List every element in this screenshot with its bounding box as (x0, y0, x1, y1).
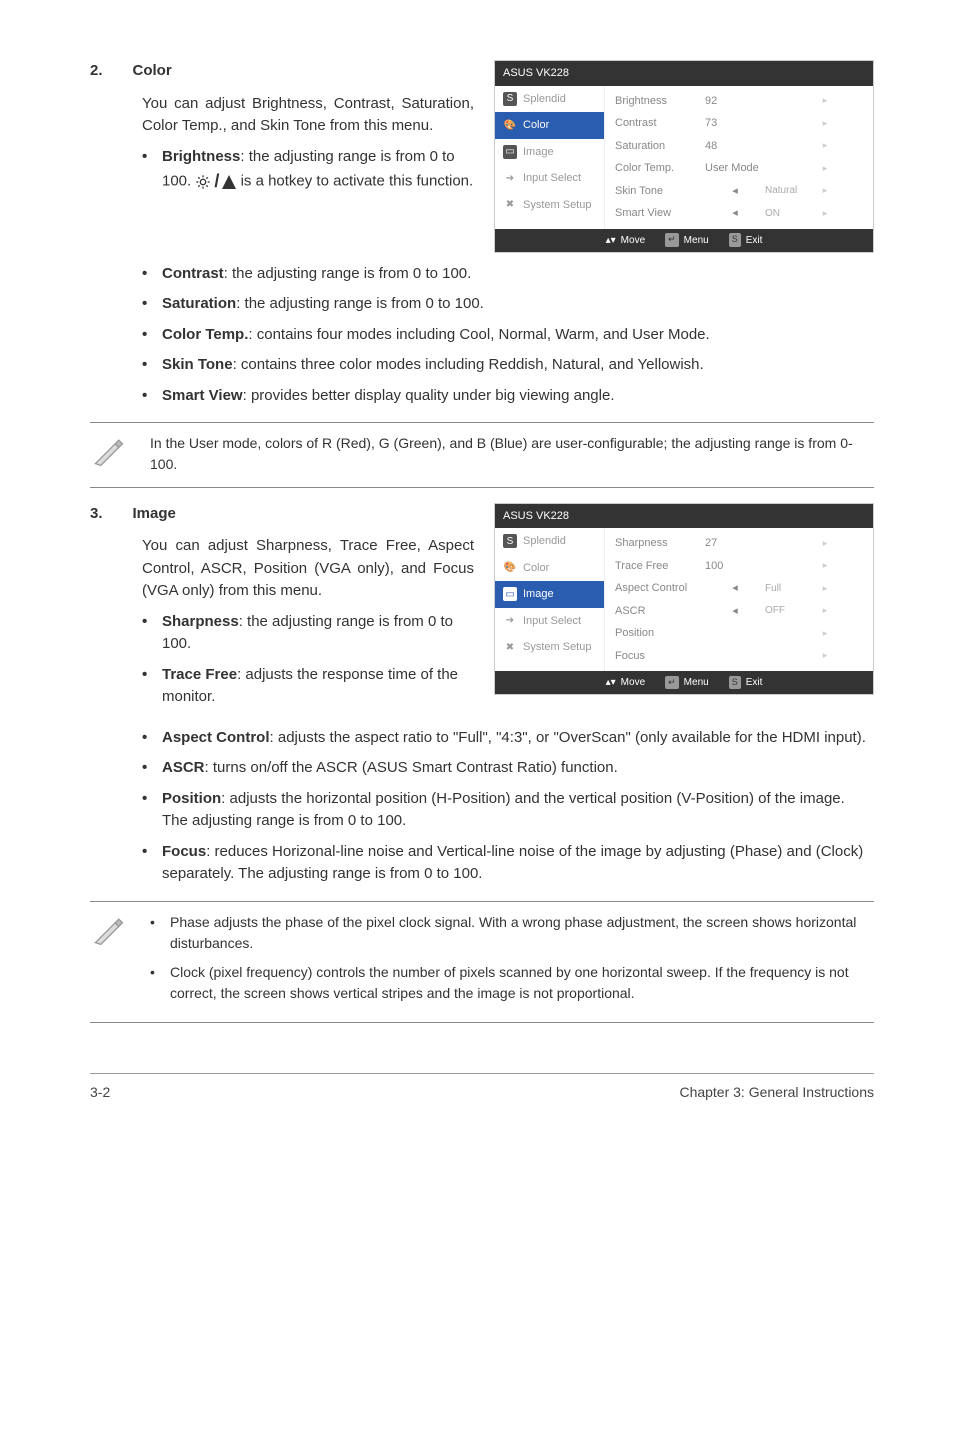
menu-key-icon: ↵ (665, 676, 679, 690)
s-icon: S (503, 92, 517, 106)
term-desc: : adjusts the horizontal position (H-Pos… (162, 790, 845, 830)
page-footer: 3-2 Chapter 3: General Instructions (90, 1073, 874, 1103)
pencil-icon (90, 433, 126, 469)
page-number: 3-2 (90, 1082, 110, 1103)
osd-menu-color: 🎨Color (495, 112, 604, 139)
term: Focus (162, 843, 206, 860)
term-desc: : adjusts the aspect ratio to "Full", "4… (270, 729, 866, 746)
triangle-up-icon (222, 175, 236, 189)
input-icon: ➔ (503, 171, 517, 185)
menu-key-icon: ↵ (665, 233, 679, 247)
input-icon: ➔ (503, 614, 517, 628)
term: Skin Tone (162, 356, 233, 373)
osd-title: ASUS VK228 (495, 61, 873, 86)
list-item: Saturation: the adjusting range is from … (142, 293, 874, 316)
list-item: Focus: reduces Horizonal-line noise and … (142, 841, 874, 886)
term: Contrast (162, 265, 224, 282)
hotkey-icons: / (195, 168, 236, 195)
tools-icon: ✖ (503, 640, 517, 654)
osd-menu-splendid: SSplendid (495, 86, 604, 113)
term-desc: : provides better display quality under … (243, 387, 615, 404)
updown-icon: ▴▾ (606, 233, 616, 248)
intro-text: You can adjust Sharpness, Trace Free, As… (142, 535, 474, 603)
osd-menu-system: ✖System Setup (495, 192, 604, 219)
term-desc: : contains three color modes including R… (233, 356, 704, 373)
list-item: Color Temp.: contains four modes includi… (142, 324, 874, 347)
list-item: Contrast: the adjusting range is from 0 … (142, 263, 874, 286)
osd-screenshot-color: ASUS VK228 SSplendid 🎨Color ▭Image ➔Inpu… (494, 60, 874, 253)
term: Sharpness (162, 613, 239, 630)
pencil-icon (90, 912, 126, 948)
osd-screenshot-image: ASUS VK228 SSplendid 🎨Color ▭Image ➔Inpu… (494, 503, 874, 696)
list-item: Sharpness: the adjusting range is from 0… (142, 611, 474, 656)
osd-menu-color: 🎨Color (495, 555, 604, 582)
term: Aspect Control (162, 729, 270, 746)
osd-footer: ▴▾Move ↵Menu SExit (495, 671, 873, 694)
intro-text: You can adjust Brightness, Contrast, Sat… (142, 93, 474, 138)
term: Color Temp. (162, 326, 248, 343)
section-number: 2. (90, 60, 103, 83)
list-item: Trace Free: adjusts the response time of… (142, 664, 474, 709)
osd-footer: ▴▾Move ↵Menu SExit (495, 229, 873, 252)
term: Saturation (162, 295, 236, 312)
term-desc: : the adjusting range is from 0 to 100. (224, 265, 472, 282)
list-item: Smart View: provides better display qual… (142, 385, 874, 408)
palette-icon: 🎨 (503, 561, 517, 575)
term-desc: : turns on/off the ASCR (ASUS Smart Cont… (205, 759, 618, 776)
image-icon: ▭ (503, 145, 517, 159)
osd-menu-system: ✖System Setup (495, 634, 604, 661)
list-item: Aspect Control: adjusts the aspect ratio… (142, 727, 874, 750)
note-icon (90, 433, 130, 477)
term: Position (162, 790, 221, 807)
term: Trace Free (162, 666, 237, 683)
section-title: Color (133, 60, 172, 83)
chapter-label: Chapter 3: General Instructions (679, 1082, 874, 1103)
section-number: 3. (90, 503, 103, 526)
list-item: Skin Tone: contains three color modes in… (142, 354, 874, 377)
osd-title: ASUS VK228 (495, 504, 873, 529)
osd-menu-input: ➔Input Select (495, 608, 604, 635)
exit-key-icon: S (729, 676, 741, 690)
list-item: Brightness: the adjusting range is from … (142, 146, 474, 196)
osd-menu-image: ▭Image (495, 139, 604, 166)
term: Smart View (162, 387, 243, 404)
note-bullet: Phase adjusts the phase of the pixel clo… (150, 912, 874, 954)
note-icon (90, 912, 130, 956)
section-title: Image (133, 503, 176, 526)
osd-menu-input: ➔Input Select (495, 165, 604, 192)
osd-menu-splendid: SSplendid (495, 528, 604, 555)
exit-key-icon: S (729, 233, 741, 247)
note-text: In the User mode, colors of R (Red), G (… (150, 433, 874, 475)
palette-icon: 🎨 (503, 118, 517, 132)
list-item: Position: adjusts the horizontal positio… (142, 788, 874, 833)
term-desc: : contains four modes including Cool, No… (248, 326, 709, 343)
sun-icon (195, 174, 211, 190)
osd-menu-image: ▭Image (495, 581, 604, 608)
term-desc-cont: is a hotkey to activate this function. (241, 172, 474, 189)
term-desc: : the adjusting range is from 0 to 100. (236, 295, 484, 312)
term-desc: : reduces Horizonal-line noise and Verti… (162, 843, 863, 883)
s-icon: S (503, 534, 517, 548)
term: Brightness (162, 148, 240, 165)
list-item: ASCR: turns on/off the ASCR (ASUS Smart … (142, 757, 874, 780)
updown-icon: ▴▾ (606, 675, 616, 690)
tools-icon: ✖ (503, 198, 517, 212)
note-bullet: Clock (pixel frequency) controls the num… (150, 962, 874, 1004)
term: ASCR (162, 759, 205, 776)
image-icon: ▭ (503, 587, 517, 601)
